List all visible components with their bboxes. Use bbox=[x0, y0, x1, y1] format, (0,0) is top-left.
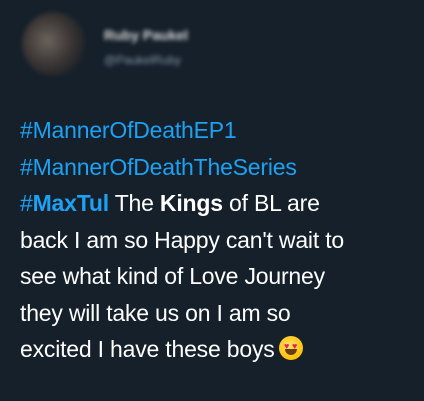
tweet-text-segment: see what kind of Love Journey bbox=[20, 263, 325, 289]
tweet-header: Ruby Paukel @PaukelRuby bbox=[0, 0, 424, 90]
hashtag-link[interactable]: #MannerOfDeathEP1 bbox=[20, 117, 237, 143]
emoji-mouth bbox=[284, 349, 297, 355]
tweet-text: #MannerOfDeathEP1 #MannerOfDeathTheSeries… bbox=[20, 112, 416, 368]
tweet-text-segment: back I am so Happy can't wait to bbox=[20, 226, 344, 253]
tweet-text-segment: of BL are bbox=[222, 190, 320, 216]
tweet-line: #MannerOfDeathEP1 bbox=[20, 112, 416, 149]
hashtag-link[interactable]: MaxTul bbox=[33, 190, 110, 216]
author-name[interactable]: Ruby Paukel bbox=[104, 27, 188, 43]
tweet-line: #MaxTul The Kings of BL are bbox=[20, 185, 416, 222]
hashtag-link[interactable]: # bbox=[20, 190, 33, 216]
hashtag-link[interactable]: #MannerOfDeathTheSeries bbox=[20, 154, 297, 180]
tweet-text-segment: The bbox=[108, 190, 160, 216]
tweet-text-segment: excited I have these boys bbox=[20, 336, 275, 362]
tweet-line: #MannerOfDeathTheSeries bbox=[20, 149, 416, 186]
tweet-line: back I am so Happy can't wait to bbox=[20, 222, 416, 259]
avatar[interactable] bbox=[22, 12, 86, 76]
author-handle[interactable]: @PaukelRuby bbox=[104, 53, 181, 67]
tweet-text-segment: they will take us on I am so bbox=[20, 299, 291, 326]
tweet-text-segment: Kings bbox=[159, 190, 223, 216]
heart-eyes-emoji: ♥ ♥ bbox=[278, 336, 303, 360]
tweet-line: excited I have these boys ♥ ♥ bbox=[20, 331, 416, 368]
tweet-line: see what kind of Love Journey bbox=[20, 258, 416, 295]
tweet-line: they will take us on I am so bbox=[20, 295, 416, 332]
